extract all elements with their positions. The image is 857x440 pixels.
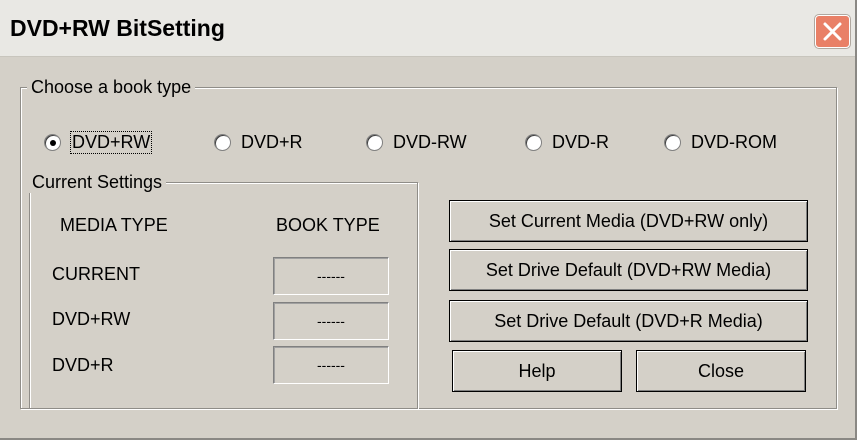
- radio-dot: [366, 134, 383, 151]
- radio-label: DVD-ROM: [691, 132, 777, 152]
- radio-dvd-minus-rw[interactable]: DVD-RW: [366, 132, 467, 153]
- radio-dot: [525, 134, 542, 151]
- book-type-group-label: Choose a book type: [27, 77, 196, 98]
- radio-dvd-rom[interactable]: DVD-ROM: [664, 132, 777, 153]
- row-label-dvd-plus-r: DVD+R: [52, 355, 114, 375]
- current-settings-group-label: Current Settings: [28, 172, 167, 193]
- row-label-current: CURRENT: [52, 264, 140, 284]
- button-label: Set Drive Default (DVD+RW Media): [485, 259, 772, 280]
- radio-dvd-minus-r[interactable]: DVD-R: [525, 132, 609, 153]
- set-drive-default-dvd-plus-r-button[interactable]: Set Drive Default (DVD+R Media): [449, 300, 808, 342]
- dvd-plus-rw-book-type-value: ------: [273, 302, 389, 340]
- help-button[interactable]: Help: [452, 350, 622, 392]
- button-label: Set Current Media (DVD+RW only): [488, 210, 769, 231]
- dialog-window: DVD+RW BitSetting Choose a book type DVD…: [0, 0, 857, 440]
- radio-dot: [214, 134, 231, 151]
- button-label: Close: [697, 360, 745, 381]
- current-book-type-value: ------: [273, 257, 389, 295]
- radio-label: DVD+RW: [69, 131, 153, 154]
- radio-label: DVD+R: [241, 132, 303, 152]
- media-type-header: MEDIA TYPE: [60, 215, 168, 235]
- set-drive-default-dvd-plus-rw-button[interactable]: Set Drive Default (DVD+RW Media): [449, 249, 808, 291]
- radio-dot: [44, 134, 61, 151]
- set-current-media-button[interactable]: Set Current Media (DVD+RW only): [449, 200, 808, 242]
- book-type-header: BOOK TYPE: [276, 215, 380, 235]
- radio-dvd-plus-rw[interactable]: DVD+RW: [44, 131, 153, 154]
- radio-label: DVD-R: [552, 132, 609, 152]
- row-label-dvd-plus-rw: DVD+RW: [52, 309, 131, 329]
- window-title: DVD+RW BitSetting: [10, 15, 225, 41]
- close-window-button[interactable]: [815, 15, 850, 48]
- button-label: Help: [518, 360, 556, 381]
- close-icon: [823, 22, 842, 41]
- title-bar[interactable]: DVD+RW BitSetting: [0, 0, 855, 57]
- radio-label: DVD-RW: [393, 132, 467, 152]
- radio-dot: [664, 134, 681, 151]
- dvd-plus-r-book-type-value: ------: [273, 346, 389, 384]
- button-label: Set Drive Default (DVD+R Media): [494, 310, 763, 331]
- radio-dvd-plus-r[interactable]: DVD+R: [214, 132, 303, 153]
- close-button[interactable]: Close: [636, 350, 806, 392]
